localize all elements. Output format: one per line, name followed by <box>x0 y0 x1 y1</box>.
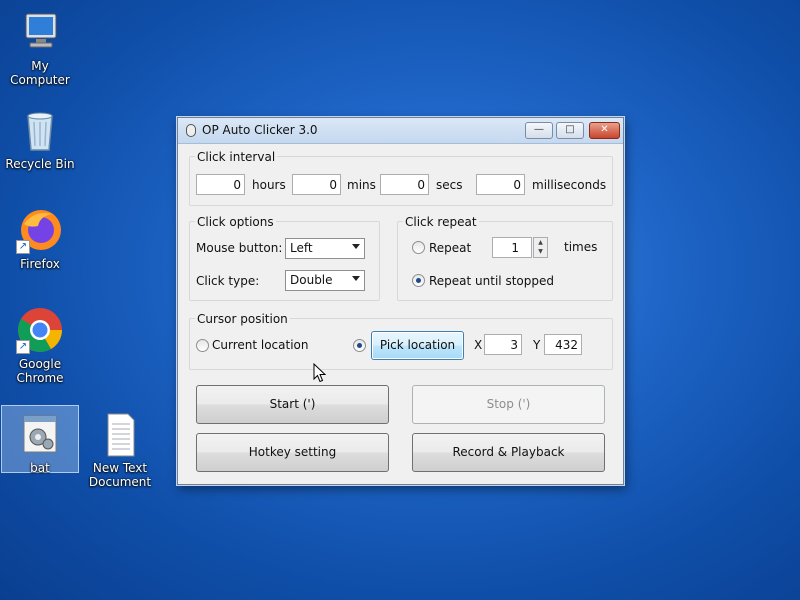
title-bar[interactable]: OP Auto Clicker 3.0 — □ ✕ <box>178 118 623 144</box>
desktop-icon-label: Firefox <box>20 257 60 271</box>
secs-input[interactable] <box>380 174 429 195</box>
mouse-button-value: Left <box>290 241 313 255</box>
repeat-radio[interactable] <box>412 241 425 254</box>
spin-up-icon[interactable]: ▲ <box>534 238 547 247</box>
desktop-icon-my-computer[interactable]: My Computer <box>1 8 79 87</box>
record-playback-button[interactable]: Record & Playback <box>412 433 605 472</box>
pick-location-button[interactable]: Pick location <box>371 331 464 360</box>
click-repeat-label: Click repeat <box>403 215 479 229</box>
stop-button[interactable]: Stop (') <box>412 385 605 424</box>
repeat-spinner[interactable]: ▲ ▼ <box>533 237 548 258</box>
firefox-icon: ↗ <box>16 206 64 254</box>
milliseconds-input[interactable] <box>476 174 525 195</box>
repeat-until-stopped-radio[interactable] <box>412 274 425 287</box>
y-coordinate-input[interactable] <box>544 334 582 355</box>
desktop-icon-firefox[interactable]: ↗ Firefox <box>1 206 79 271</box>
text-document-icon <box>96 410 144 458</box>
cursor-position-label: Cursor position <box>195 312 290 326</box>
mins-input[interactable] <box>292 174 341 195</box>
desktop-icon-label: Google Chrome <box>16 357 64 385</box>
desktop-icon-bat[interactable]: bat <box>1 405 79 475</box>
start-button[interactable]: Start (') <box>196 385 389 424</box>
maximize-button[interactable]: □ <box>556 122 584 139</box>
current-location-radio[interactable] <box>196 339 209 352</box>
mins-label: mins <box>347 178 376 192</box>
x-coordinate-input[interactable] <box>484 334 522 355</box>
shortcut-arrow-icon: ↗ <box>16 240 30 254</box>
shortcut-arrow-icon: ↗ <box>16 340 30 354</box>
hotkey-setting-button[interactable]: Hotkey setting <box>196 433 389 472</box>
hours-label: hours <box>252 178 286 192</box>
hours-input[interactable] <box>196 174 245 195</box>
secs-label: secs <box>436 178 463 192</box>
window-title: OP Auto Clicker 3.0 <box>202 123 318 137</box>
click-type-value: Double <box>290 273 333 287</box>
click-type-select[interactable]: Double <box>285 270 365 291</box>
repeat-until-stopped-label: Repeat until stopped <box>429 274 554 288</box>
pick-location-radio[interactable] <box>353 339 366 352</box>
chevron-down-icon <box>352 244 360 249</box>
click-type-label: Click type: <box>196 274 260 288</box>
desktop-icon-google-chrome[interactable]: ↗ Google Chrome <box>1 306 79 385</box>
milliseconds-label: milliseconds <box>532 178 607 192</box>
computer-icon <box>16 8 64 56</box>
desktop-icon-new-text-document[interactable]: New Text Document <box>81 410 159 489</box>
mouse-button-label: Mouse button: <box>196 241 283 255</box>
repeat-label: Repeat <box>429 241 472 255</box>
batch-file-icon <box>16 410 64 458</box>
mouse-cursor-icon <box>313 362 327 386</box>
chevron-down-icon <box>352 276 360 281</box>
spin-down-icon[interactable]: ▼ <box>534 247 547 256</box>
desktop-icon-label: Recycle Bin <box>5 157 75 171</box>
desktop-icon-label: My Computer <box>10 59 70 87</box>
click-repeat-group <box>397 221 613 301</box>
desktop-icon-label: bat <box>30 461 50 475</box>
current-location-label: Current location <box>212 338 309 352</box>
repeat-count-input[interactable] <box>492 237 532 258</box>
chrome-icon: ↗ <box>16 306 64 354</box>
mouse-button-select[interactable]: Left <box>285 238 365 259</box>
op-auto-clicker-window: OP Auto Clicker 3.0 — □ ✕ Click interval… <box>177 117 624 485</box>
minimize-button[interactable]: — <box>525 122 553 139</box>
click-options-label: Click options <box>195 215 276 229</box>
close-button[interactable]: ✕ <box>589 122 620 139</box>
desktop-icon-recycle-bin[interactable]: Recycle Bin <box>1 106 79 171</box>
recycle-bin-icon <box>16 106 64 154</box>
mouse-icon <box>186 124 196 137</box>
y-label: Y <box>533 338 541 352</box>
click-interval-label: Click interval <box>195 150 278 164</box>
desktop-icon-label: New Text Document <box>88 461 152 489</box>
x-label: X <box>474 338 483 352</box>
times-label: times <box>564 240 598 254</box>
